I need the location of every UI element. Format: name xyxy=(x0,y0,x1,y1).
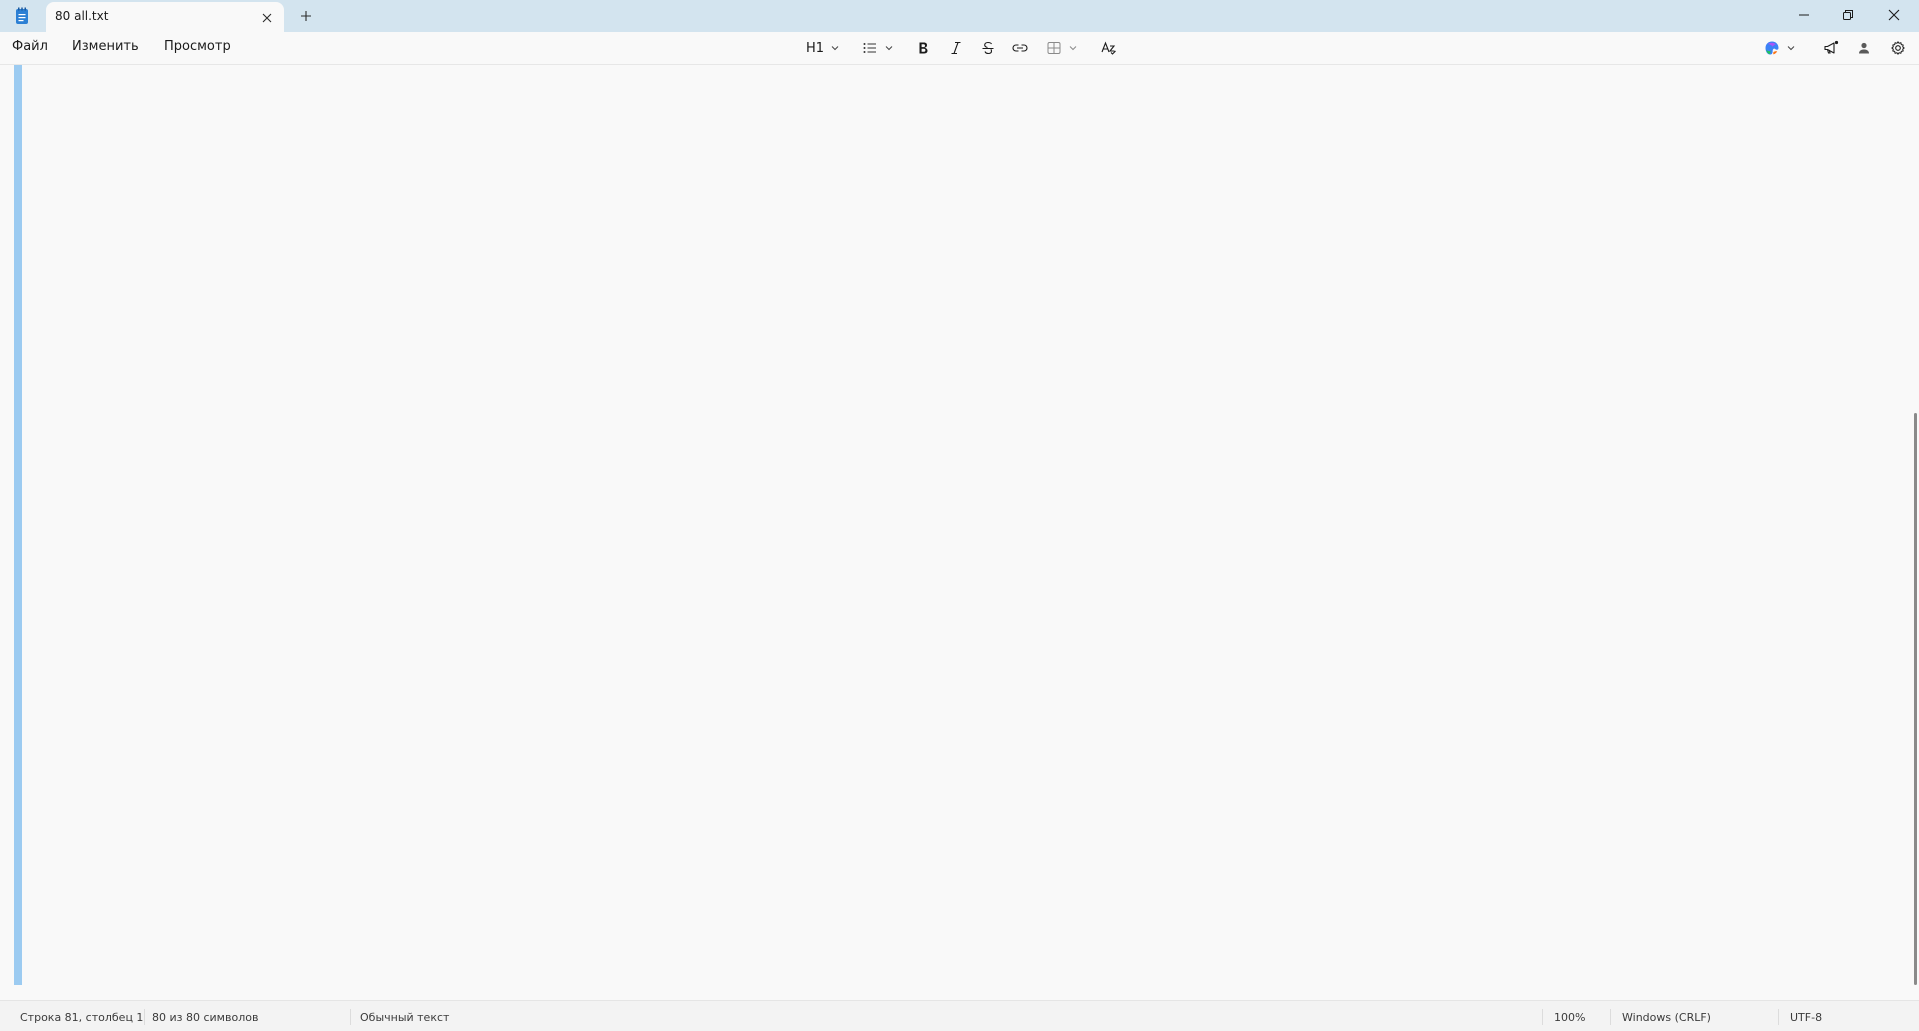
settings-button[interactable] xyxy=(1890,38,1906,58)
status-bar: Строка 81, столбец 1 80 из 80 символов О… xyxy=(0,1000,1919,1031)
strikethrough-icon xyxy=(982,41,994,55)
heading-label: H1 xyxy=(806,40,825,56)
menu-edit[interactable]: Изменить xyxy=(72,39,139,54)
chevron-down-icon xyxy=(885,46,893,51)
restore-icon[interactable] xyxy=(1840,7,1856,23)
status-divider xyxy=(350,1009,351,1025)
menu-view[interactable]: Просмотр xyxy=(164,39,231,54)
vertical-scrollbar[interactable] xyxy=(1914,413,1917,985)
table-dropdown[interactable] xyxy=(1046,38,1078,58)
text-format[interactable]: Обычный текст xyxy=(360,1011,449,1024)
zoom-level[interactable]: 100% xyxy=(1554,1011,1585,1024)
chevron-down-icon xyxy=(1069,46,1077,51)
tab-active-document[interactable]: 80 all.txt xyxy=(46,2,284,32)
status-divider xyxy=(1542,1009,1543,1025)
table-icon xyxy=(1047,42,1061,54)
copilot-dropdown[interactable] xyxy=(1764,38,1796,58)
clear-formatting-button[interactable] xyxy=(1100,38,1118,58)
chevron-down-icon xyxy=(831,46,839,51)
close-tab-icon[interactable] xyxy=(260,10,274,24)
minimize-icon[interactable] xyxy=(1796,7,1812,23)
strikethrough-button[interactable] xyxy=(980,38,996,58)
clear-formatting-icon xyxy=(1101,41,1116,55)
whats-new-button[interactable] xyxy=(1822,38,1840,58)
megaphone-icon xyxy=(1824,40,1839,54)
close-window-icon[interactable] xyxy=(1886,7,1902,23)
notepad-app-icon xyxy=(14,7,30,25)
chevron-down-icon xyxy=(1787,46,1795,51)
cursor-position: Строка 81, столбец 1 xyxy=(20,1011,144,1024)
bold-icon xyxy=(919,42,928,54)
account-button[interactable] xyxy=(1857,38,1871,58)
gear-icon xyxy=(1891,41,1905,55)
line-ending[interactable]: Windows (CRLF) xyxy=(1622,1011,1711,1024)
menu-file[interactable]: Файл xyxy=(12,39,48,54)
encoding[interactable]: UTF-8 xyxy=(1790,1011,1822,1024)
copilot-icon xyxy=(1765,41,1779,55)
account-icon xyxy=(1859,42,1869,54)
character-count: 80 из 80 символов xyxy=(152,1011,259,1024)
text-editor[interactable] xyxy=(0,65,1919,1000)
new-tab-plus-icon[interactable] xyxy=(298,8,314,24)
heading-dropdown[interactable]: H1 xyxy=(806,38,840,58)
status-divider xyxy=(1610,1009,1611,1025)
list-dropdown[interactable] xyxy=(862,38,894,58)
tab-title: 80 all.txt xyxy=(55,9,109,23)
menu-bar: Файл Изменить Просмотр H1 xyxy=(0,32,1919,65)
status-divider xyxy=(144,1009,145,1025)
notepad-window: 80 all.txt Файл Изменить Просмотр H1 Стр… xyxy=(0,0,1919,1031)
title-bar: 80 all.txt xyxy=(0,0,1919,32)
italic-icon xyxy=(951,41,961,55)
selection-highlight xyxy=(14,65,22,985)
bold-button[interactable] xyxy=(915,38,931,58)
bulleted-list-icon xyxy=(863,43,876,53)
italic-button[interactable] xyxy=(948,38,964,58)
link-button[interactable] xyxy=(1011,38,1029,58)
status-divider xyxy=(1778,1009,1779,1025)
link-icon xyxy=(1012,44,1028,52)
